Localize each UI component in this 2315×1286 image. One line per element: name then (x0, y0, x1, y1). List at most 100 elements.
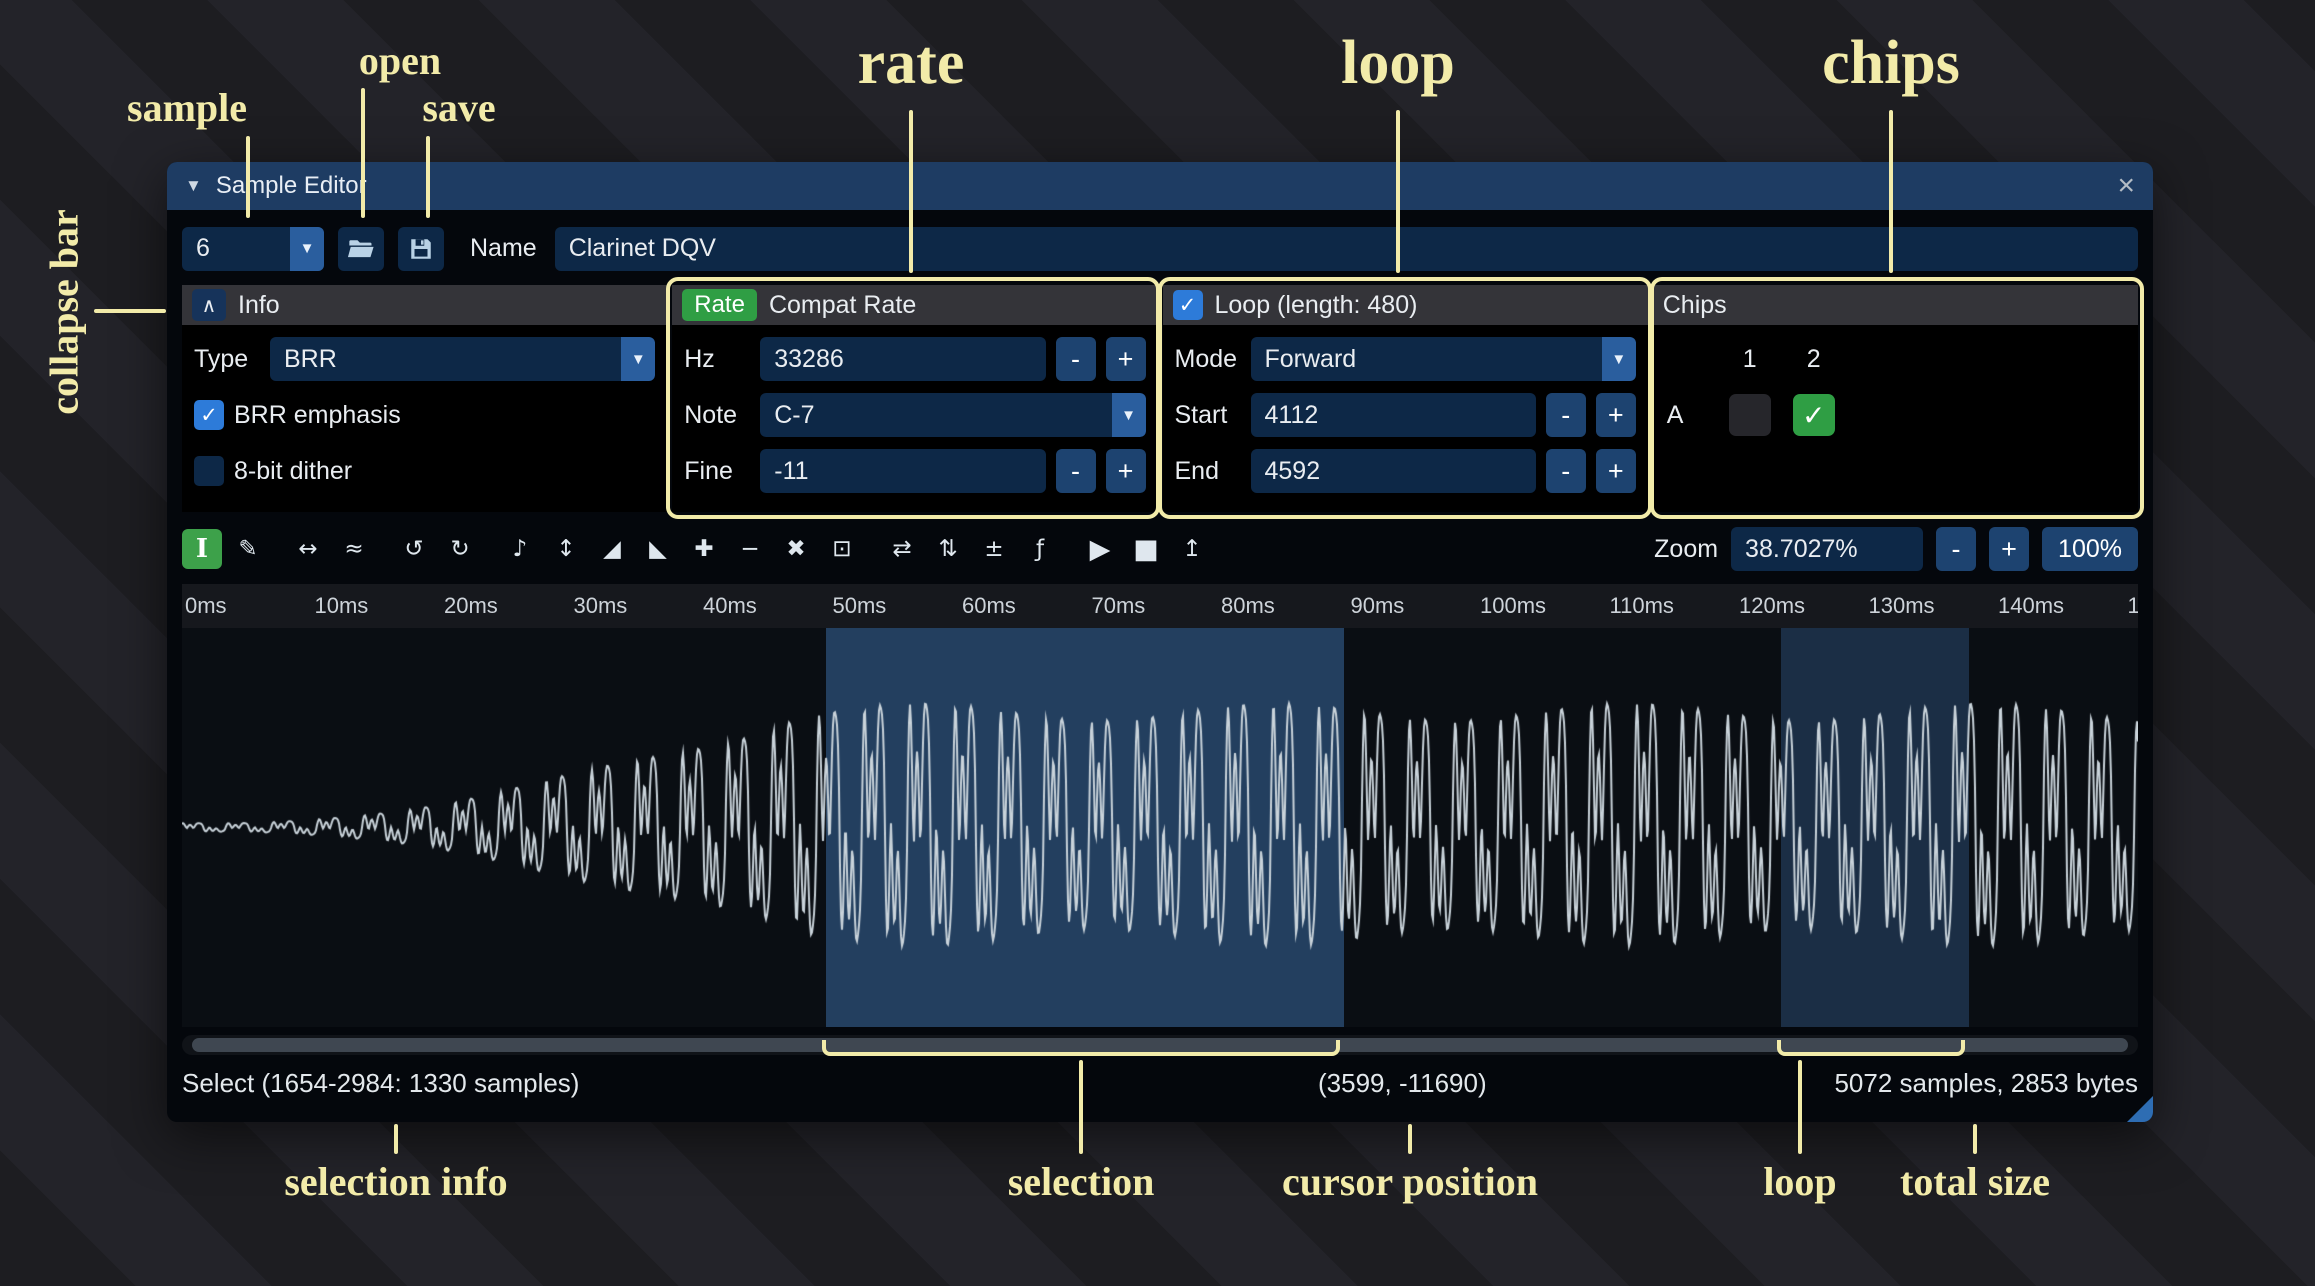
timeline-label: 50ms (830, 584, 960, 628)
type-dropdown[interactable]: BRR ▼ (270, 337, 655, 381)
loop-end-input[interactable]: 4592 (1251, 449, 1536, 493)
waveform-scrollbar[interactable] (182, 1035, 2138, 1055)
page-background: ▼ Sample Editor × 6 ▼ (0, 0, 2315, 1286)
fine-input[interactable]: -11 (760, 449, 1045, 493)
annotation-cursor-position-line (1408, 1124, 1412, 1154)
sample-editor-window: ▼ Sample Editor × 6 ▼ (167, 162, 2153, 1122)
amplify-button[interactable]: ♪ (500, 529, 540, 569)
save-button[interactable] (398, 227, 444, 271)
note-label: Note (684, 401, 750, 430)
chevron-down-icon: ▼ (290, 227, 324, 271)
filter-button[interactable]: ƒ (1020, 529, 1060, 569)
chips-section-header: Chips (1653, 285, 2138, 325)
scrollbar-thumb[interactable] (192, 1038, 2128, 1052)
loop-end-increment-button[interactable]: + (1596, 449, 1636, 493)
loop-section-header: Loop (length: 480) (1163, 285, 1648, 325)
timeline-label: 60ms (959, 584, 1089, 628)
sample-selector-value: 6 (196, 234, 210, 263)
timeline-label: 20ms (441, 584, 571, 628)
chip-a-2-checkbox[interactable] (1793, 394, 1835, 436)
redo-button[interactable]: ↻ (440, 529, 480, 569)
open-button[interactable] (338, 227, 384, 271)
apply-silence-button[interactable]: − (730, 529, 770, 569)
annotation-total-size-line (1973, 1124, 1977, 1154)
annotation-rate-label: rate (858, 28, 965, 99)
hz-input[interactable]: 33286 (760, 337, 1045, 381)
loop-mode-label: Mode (1175, 345, 1241, 374)
sample-selector[interactable]: 6 ▼ (182, 227, 324, 271)
window-collapse-icon[interactable]: ▼ (185, 176, 202, 196)
loop-start-input[interactable]: 4112 (1251, 393, 1536, 437)
title-bar[interactable]: ▼ Sample Editor × (167, 162, 2153, 210)
hz-value: 33286 (774, 345, 844, 374)
annotation-loop-bottom-label: loop (1763, 1158, 1836, 1205)
loop-start-decrement-button[interactable]: - (1546, 393, 1586, 437)
chevron-down-icon: ▼ (621, 337, 655, 381)
timeline-label: 90ms (1348, 584, 1478, 628)
resample-button[interactable]: ≈ (334, 529, 374, 569)
annotation-selection-label: selection (1008, 1158, 1155, 1205)
timeline-label: 70ms (1089, 584, 1219, 628)
resize-button[interactable]: ↔ (288, 529, 328, 569)
close-icon[interactable]: × (2117, 171, 2135, 201)
trim-button[interactable]: ⊡ (822, 529, 862, 569)
rate-badge[interactable]: Rate (682, 289, 757, 321)
chip-a-1-checkbox[interactable] (1729, 394, 1771, 436)
chips-section: Chips 1 2 A (1653, 285, 2138, 512)
chip-column-2-label: 2 (1793, 345, 1835, 374)
annotation-total-size-label: total size (1900, 1158, 2050, 1205)
zoom-out-button[interactable]: - (1936, 527, 1976, 571)
dither-checkbox[interactable] (194, 456, 224, 486)
delete-button[interactable]: ✖ (776, 529, 816, 569)
zoom-value-input[interactable]: 38.7027% (1731, 527, 1923, 571)
fine-increment-button[interactable]: + (1106, 449, 1146, 493)
hz-increment-button[interactable]: + (1106, 337, 1146, 381)
loop-end-value: 4592 (1265, 457, 1321, 486)
info-section-header: ∧ Info (182, 285, 667, 325)
name-input[interactable]: Clarinet DQV (555, 227, 2138, 271)
fine-decrement-button[interactable]: - (1056, 449, 1096, 493)
waveform-view[interactable] (182, 628, 2138, 1027)
dither-label: 8-bit dither (234, 457, 352, 486)
timeline-label: 10ms (312, 584, 442, 628)
name-label: Name (470, 234, 537, 263)
fine-value: -11 (774, 457, 808, 486)
normalize-button[interactable]: ↕ (546, 529, 586, 569)
draw-tool-button[interactable]: ✎ (228, 529, 268, 569)
annotation-chips-label: chips (1822, 28, 1960, 99)
undo-button[interactable]: ↺ (394, 529, 434, 569)
stop-preview-button[interactable]: ■ (1126, 529, 1166, 569)
create-wavetable-button[interactable]: ↥ (1172, 529, 1212, 569)
select-tool-button[interactable]: I (182, 529, 222, 569)
invert-button[interactable]: ⇅ (928, 529, 968, 569)
loop-enable-checkbox[interactable] (1173, 290, 1203, 320)
annotation-selection-info-label: selection info (284, 1158, 507, 1205)
chip-row-a-label: A (1667, 401, 1707, 430)
name-value: Clarinet DQV (569, 234, 716, 263)
loop-end-label: End (1175, 457, 1241, 486)
timeline-label: 110ms (1607, 584, 1737, 628)
loop-start-label: Start (1175, 401, 1241, 430)
insert-silence-button[interactable]: ✚ (684, 529, 724, 569)
preview-button[interactable]: ▶ (1080, 529, 1120, 569)
note-dropdown[interactable]: C-7 ▼ (760, 393, 1145, 437)
signed-unsigned-button[interactable]: ± (974, 529, 1014, 569)
loop-end-decrement-button[interactable]: - (1546, 449, 1586, 493)
loop-mode-dropdown[interactable]: Forward ▼ (1251, 337, 1636, 381)
chip-columns: 1 2 (1729, 345, 2126, 374)
reverse-button[interactable]: ⇄ (882, 529, 922, 569)
timeline-label: 100ms (1477, 584, 1607, 628)
fade-in-button[interactable]: ◢ (592, 529, 632, 569)
annotation-collapse-bar-line (94, 309, 166, 313)
zoom-reset-button[interactable]: 100% (2042, 527, 2138, 571)
brr-emphasis-checkbox[interactable] (194, 400, 224, 430)
fade-out-button[interactable]: ◣ (638, 529, 678, 569)
collapse-bar-button[interactable]: ∧ (192, 289, 226, 321)
fine-label: Fine (684, 457, 750, 486)
chip-column-1-label: 1 (1729, 345, 1771, 374)
zoom-in-button[interactable]: + (1989, 527, 2029, 571)
loop-start-increment-button[interactable]: + (1596, 393, 1636, 437)
hz-decrement-button[interactable]: - (1056, 337, 1096, 381)
type-label: Type (194, 345, 260, 374)
waveform-canvas[interactable] (182, 628, 2138, 1027)
